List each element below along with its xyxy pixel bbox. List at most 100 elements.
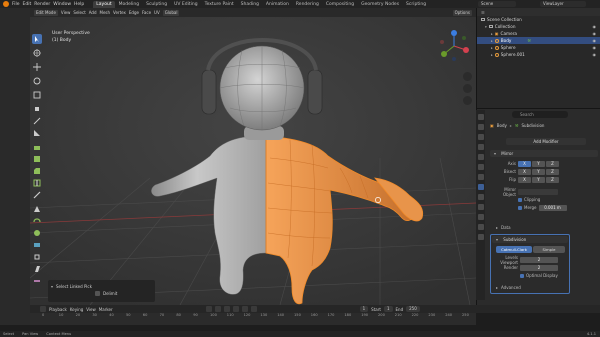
view-layer-selector[interactable]: ViewLayer — [540, 1, 586, 7]
camera-icon[interactable] — [463, 96, 472, 105]
flip-y-toggle[interactable]: Y — [532, 176, 545, 183]
bisect-z-toggle[interactable]: Z — [546, 168, 559, 175]
blender-logo-icon[interactable] — [3, 1, 9, 7]
render-levels-field[interactable]: 2 — [520, 264, 558, 271]
scene-selector[interactable]: Scene — [478, 1, 516, 7]
operator-title-row[interactable]: ▾ Select Linked Pick — [51, 283, 152, 290]
outliner-editor-icon[interactable]: ☰ — [481, 10, 485, 15]
axis-x-toggle[interactable]: X — [518, 160, 531, 167]
z-axis-icon[interactable] — [451, 30, 457, 36]
menu-window[interactable]: Window — [53, 2, 71, 7]
last-operator-panel[interactable]: ▾ Select Linked Pick Delimit — [48, 280, 155, 302]
options-button[interactable]: Options — [452, 9, 472, 16]
jump-end-icon[interactable] — [250, 306, 257, 312]
data-subpanel-row[interactable]: ▸ Data — [490, 224, 598, 231]
pan-hand-icon[interactable] — [463, 84, 472, 93]
outliner-panel[interactable]: ☰ Scene Collection ▾ Collection ◉ ▸ ▣ Ca… — [476, 8, 600, 108]
shrink-fatten-tool[interactable] — [32, 252, 42, 262]
inset-tool[interactable] — [32, 154, 42, 164]
eye-icon[interactable]: ◉ — [593, 31, 597, 36]
rip-region-tool[interactable] — [32, 276, 42, 286]
chevron-down-icon[interactable]: ▾ — [496, 237, 498, 242]
merge-distance-field[interactable]: 0.001 m — [538, 204, 567, 211]
shear-tool[interactable] — [32, 264, 42, 274]
zoom-icon[interactable] — [463, 72, 472, 81]
start-frame-field[interactable]: 1 — [383, 306, 393, 312]
modifier-tab-icon[interactable] — [478, 184, 484, 190]
tab-rendering[interactable]: Rendering — [293, 1, 322, 8]
tab-texture-paint[interactable]: Texture Paint — [202, 1, 237, 8]
transform-tool[interactable] — [32, 104, 42, 114]
tab-geometry-nodes[interactable]: Geometry Nodes — [358, 1, 402, 8]
advanced-subpanel-row[interactable]: ▸ Advanced — [490, 284, 598, 291]
data-subpanel-label[interactable]: Data — [501, 225, 511, 230]
bisect-x-toggle[interactable]: X — [518, 168, 531, 175]
eye-icon[interactable]: ◉ — [593, 52, 597, 57]
outliner-row-collection[interactable]: ▾ Collection ◉ — [477, 23, 600, 30]
chevron-down-icon[interactable]: ▾ — [494, 151, 496, 156]
prev-keyframe-icon[interactable] — [214, 306, 221, 312]
smooth-tool[interactable] — [32, 228, 42, 238]
menu-view[interactable]: View — [61, 10, 71, 15]
world-tab-icon[interactable] — [478, 164, 484, 170]
move-tool[interactable] — [32, 62, 42, 72]
axis-z-toggle[interactable]: Z — [546, 160, 559, 167]
menu-edge[interactable]: Edge — [129, 10, 139, 15]
outliner-row-sphere-001[interactable]: ▸ Sphere.001 ◉ — [477, 51, 600, 58]
menu-render[interactable]: Render — [34, 2, 50, 7]
eye-icon[interactable]: ◉ — [593, 38, 597, 43]
poly-build-tool[interactable] — [32, 204, 42, 214]
tab-shading[interactable]: Shading — [238, 1, 262, 8]
menu-playback[interactable]: Playback — [49, 307, 67, 312]
clipping-checkbox[interactable] — [518, 197, 522, 202]
loop-cut-tool[interactable] — [32, 178, 42, 188]
x-axis-icon[interactable] — [463, 47, 469, 53]
outliner-row-scene-collection[interactable]: Scene Collection — [477, 16, 600, 23]
eye-icon[interactable]: ◉ — [593, 45, 597, 50]
end-frame-field[interactable]: 250 — [406, 306, 420, 312]
physics-tab-icon[interactable] — [478, 204, 484, 210]
modifier-wrench-icon[interactable]: ⚒ — [527, 38, 531, 43]
render-tab-icon[interactable] — [478, 124, 484, 130]
add-modifier-button[interactable]: Add Modifier — [506, 138, 586, 145]
object-tab-icon[interactable] — [478, 174, 484, 180]
axis-y-toggle[interactable]: Y — [532, 160, 545, 167]
view-layer-tab-icon[interactable] — [478, 144, 484, 150]
chevron-right-icon[interactable]: ▸ — [491, 46, 493, 50]
rotate-tool[interactable] — [32, 76, 42, 86]
measure-tool[interactable] — [32, 128, 42, 138]
outliner-row-sphere[interactable]: ▸ Sphere ◉ — [477, 44, 600, 51]
scale-tool[interactable] — [32, 90, 42, 100]
properties-search[interactable]: Search — [512, 111, 568, 118]
mirror-modifier-name[interactable]: Mirror — [501, 151, 513, 156]
play-reverse-icon[interactable] — [223, 306, 230, 312]
constraints-tab-icon[interactable] — [478, 214, 484, 220]
menu-keying[interactable]: Keying — [70, 307, 83, 312]
eye-icon[interactable]: ◉ — [593, 24, 597, 29]
knife-tool[interactable] — [32, 190, 42, 200]
flip-x-toggle[interactable]: X — [518, 176, 531, 183]
chevron-right-icon[interactable]: ▸ — [491, 53, 493, 57]
tab-sculpting[interactable]: Sculpting — [143, 1, 170, 8]
chevron-down-icon[interactable]: ▾ — [51, 284, 53, 289]
modifier-subdivision-header[interactable]: ▾ Subdivision — [492, 236, 568, 243]
menu-file[interactable]: File — [12, 2, 20, 7]
data-tab-icon[interactable] — [478, 224, 484, 230]
timeline-editor-icon[interactable] — [40, 306, 46, 312]
tab-uv-editing[interactable]: UV Editing — [171, 1, 200, 8]
chevron-right-icon[interactable]: ▸ — [491, 39, 493, 43]
outliner-row-body[interactable]: ▸ Body ⚒ ◉ — [477, 37, 600, 44]
play-icon[interactable] — [232, 306, 239, 312]
transform-orientation[interactable]: Global — [162, 9, 180, 16]
bisect-y-toggle[interactable]: Y — [532, 168, 545, 175]
flip-z-toggle[interactable]: Z — [546, 176, 559, 183]
simple-button[interactable]: Simple — [533, 246, 565, 253]
chevron-right-icon[interactable]: ▸ — [496, 285, 498, 290]
bevel-tool[interactable] — [32, 166, 42, 176]
tab-animation[interactable]: Animation — [263, 1, 292, 8]
tab-modeling[interactable]: Modeling — [116, 1, 142, 8]
next-keyframe-icon[interactable] — [241, 306, 248, 312]
advanced-subpanel-label[interactable]: Advanced — [501, 285, 521, 290]
cursor-tool[interactable] — [32, 48, 42, 58]
outliner-row-camera[interactable]: ▸ ▣ Camera ◉ — [477, 30, 600, 37]
